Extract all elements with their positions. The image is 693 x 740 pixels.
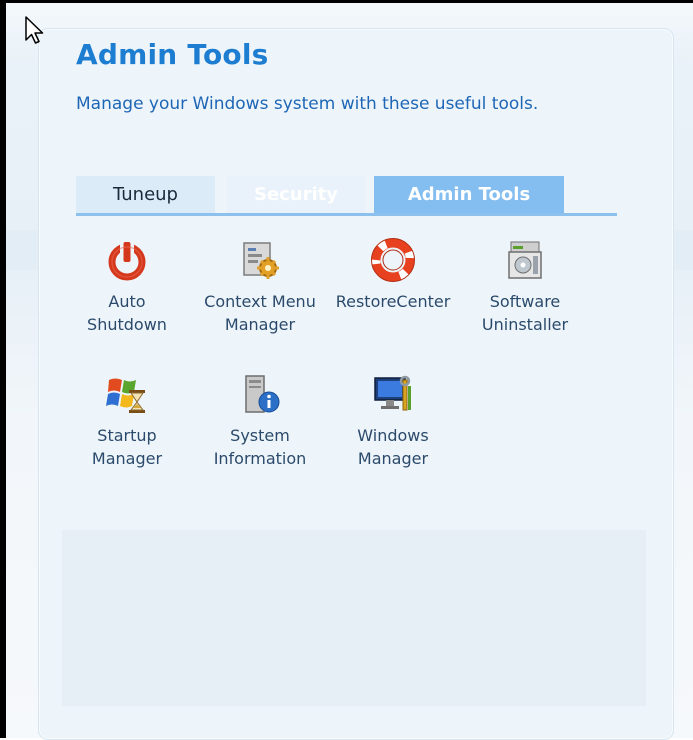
tool-auto-shutdown[interactable]: Auto Shutdown: [62, 238, 192, 336]
tool-context-menu-manager[interactable]: Context Menu Manager: [195, 238, 325, 336]
tool-software-uninstaller[interactable]: Software Uninstaller: [460, 238, 590, 336]
tool-label-line1: System: [230, 426, 290, 445]
tool-label-line2: Information: [213, 449, 307, 468]
tab-admin-tools[interactable]: Admin Tools: [374, 176, 564, 213]
tool-label-line1: Startup: [97, 426, 157, 445]
computer-info-icon: [245, 375, 280, 413]
tool-label-line1: Software: [489, 292, 561, 311]
page-subtitle: Manage your Windows system with these us…: [76, 94, 539, 114]
power-icon: [108, 240, 146, 281]
tool-label-line2: Shutdown: [87, 315, 167, 334]
tool-label-line1: Windows: [357, 426, 429, 445]
windows-hourglass-icon: [106, 378, 145, 413]
tool-label-line2: Manager: [91, 449, 163, 468]
tool-label-line2: Manager: [224, 315, 296, 334]
tool-windows-manager[interactable]: Windows Manager: [328, 372, 458, 470]
tab-tuneup[interactable]: Tuneup: [76, 176, 215, 213]
lifebuoy-icon: [371, 238, 415, 282]
tool-startup-manager[interactable]: Startup Manager: [62, 372, 192, 470]
mouse-cursor-icon: [25, 16, 44, 44]
tab-underline: [76, 213, 617, 216]
tab-bar: Tuneup Security Admin Tools: [76, 176, 617, 218]
tool-label-line1: RestoreCenter: [335, 292, 451, 311]
context-menu-gear-icon: [243, 242, 279, 279]
tool-label-line2: Uninstaller: [481, 315, 569, 334]
tool-label-line1: Auto: [108, 292, 146, 311]
software-box-icon: [508, 241, 542, 279]
page-title: Admin Tools: [76, 38, 269, 71]
panel-footer-area: [62, 530, 646, 706]
tool-system-information[interactable]: System Information: [195, 372, 325, 470]
tool-label-line1: Context Menu: [204, 292, 316, 311]
tool-restorecenter[interactable]: RestoreCenter: [328, 238, 458, 313]
tool-label-line2: Manager: [357, 449, 429, 468]
tab-security[interactable]: Security: [227, 176, 365, 213]
monitor-tools-icon: [374, 375, 411, 411]
